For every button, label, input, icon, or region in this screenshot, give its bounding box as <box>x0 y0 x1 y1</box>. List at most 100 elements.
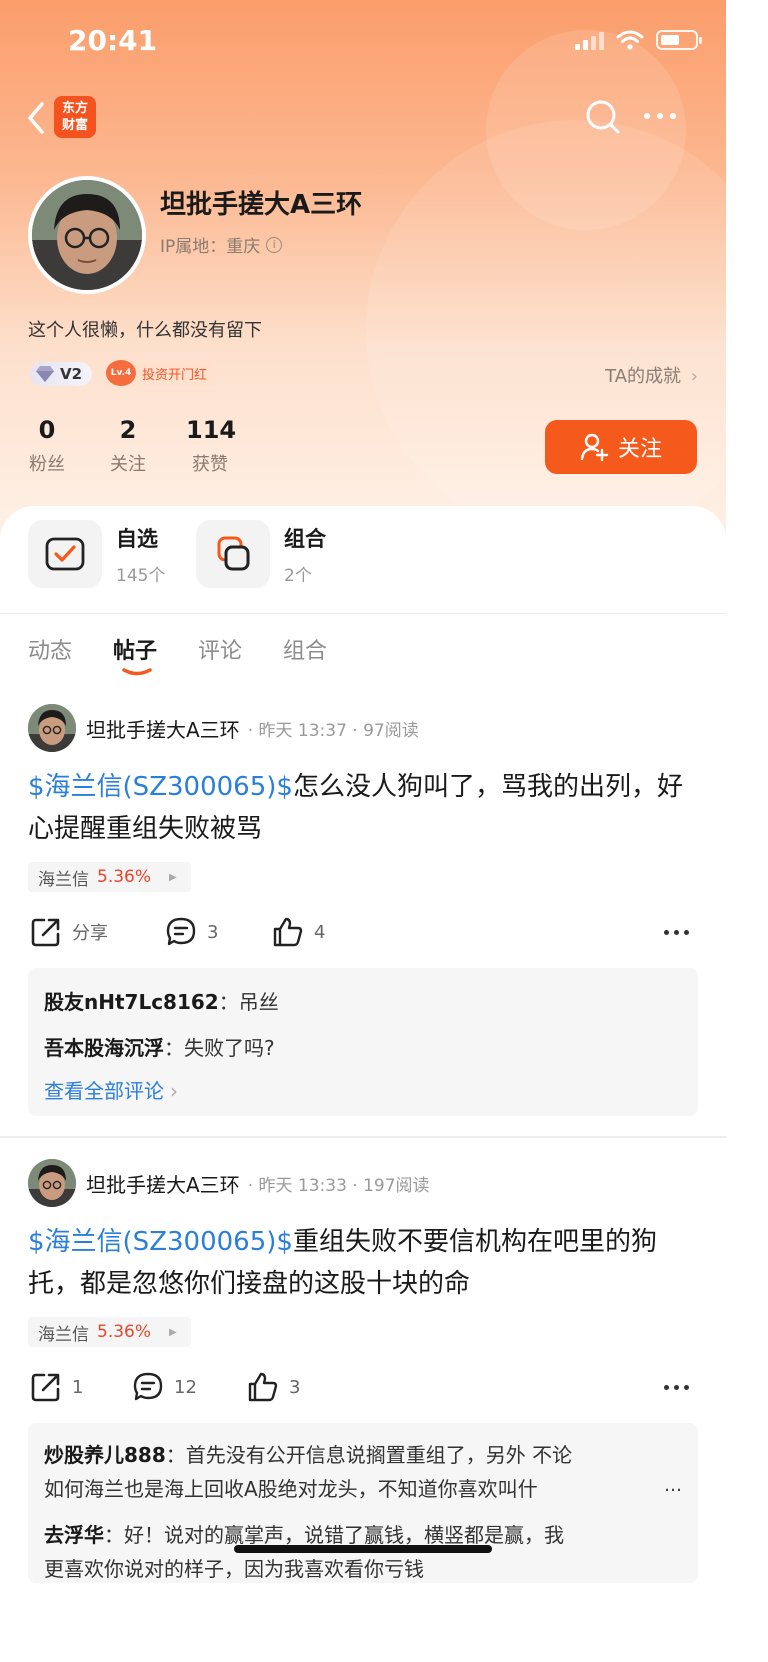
stat-value: 0 <box>38 416 56 444</box>
comment-button[interactable]: 12 <box>132 1371 197 1403</box>
home-indicator[interactable] <box>234 1545 492 1553</box>
follow-button[interactable]: 关注 <box>545 420 697 474</box>
battery-icon <box>656 30 702 50</box>
divider <box>0 613 726 614</box>
like-count: 4 <box>314 921 326 943</box>
comment-author[interactable]: 吾本股海沉浮 <box>44 1036 164 1060</box>
username: 坦批手搓大A三环 <box>160 190 363 220</box>
share-button[interactable]: 分享 <box>30 916 108 948</box>
v2-badge[interactable]: V2 <box>30 362 93 386</box>
comment-item: 去浮华：好！说对的赢掌声，说错了赢钱，横竖都是赢，我 <box>44 1519 564 1548</box>
v2-badge-label: V2 <box>60 365 83 383</box>
comment-author[interactable]: 股友nHt7Lc8162 <box>44 990 219 1014</box>
app-logo: 东方 财富 <box>54 96 96 138</box>
view-all-comments-link[interactable]: 查看全部评论 › <box>44 1075 178 1104</box>
comments-preview[interactable]: 炒股养儿888：首先没有公开信息说搁置重组了，另外 不论 如何海兰也是海上回收A… <box>28 1423 698 1583</box>
thumbs-up-icon <box>273 917 303 947</box>
quick-link-portfolio[interactable]: 组合 2个 <box>196 520 326 588</box>
stock-tag-link[interactable]: $海兰信(SZ300065)$ <box>28 1227 293 1257</box>
share-count: 1 <box>72 1376 84 1398</box>
stat-value: 114 <box>186 416 237 444</box>
add-user-icon <box>580 433 609 462</box>
comment-text: ：首先没有公开信息说搁置重组了，另外 不论 <box>165 1443 573 1467</box>
tab-indicator <box>122 668 152 676</box>
level-badge[interactable]: Lv.4 投资开门红 <box>104 360 218 386</box>
like-count: 3 <box>289 1376 301 1398</box>
post-header: 坦批手搓大A三环 · 昨天 13:33 · 197阅读 <box>86 1169 430 1198</box>
share-label: 分享 <box>72 923 108 944</box>
ellipsis-icon[interactable]: … <box>664 1475 682 1496</box>
stat-following[interactable]: 2 关注 <box>108 416 148 476</box>
post-author[interactable]: 坦批手搓大A三环 <box>86 714 240 743</box>
wifi-icon <box>616 30 644 50</box>
comment-icon <box>166 917 196 946</box>
like-button[interactable]: 3 <box>247 1371 300 1403</box>
stock-change: 5.36% <box>97 1322 152 1342</box>
post-content[interactable]: $海兰信(SZ300065)$怎么没人狗叫了，骂我的出列，好心提醒重组失败被骂 <box>28 766 698 850</box>
comment-item: 股友nHt7Lc8162：吊丝 <box>44 986 279 1015</box>
view-all-label: 查看全部评论 <box>44 1079 164 1103</box>
comment-button[interactable]: 3 <box>165 916 218 948</box>
post-content[interactable]: $海兰信(SZ300065)$重组失败不要信机构在吧里的狗托，都是忽悠你们接盘的… <box>28 1221 698 1305</box>
quick-link-watchlist[interactable]: 自选 145个 <box>28 520 165 588</box>
share-button[interactable]: 1 <box>30 1371 83 1403</box>
watchlist-icon <box>28 520 102 588</box>
stat-label: 获赞 <box>192 454 228 475</box>
comment-count: 3 <box>207 921 219 943</box>
comment-author[interactable]: 炒股养儿888 <box>44 1443 166 1467</box>
avatar[interactable] <box>28 176 146 294</box>
post-author[interactable]: 坦批手搓大A三环 <box>86 1169 240 1198</box>
stat-label: 粉丝 <box>29 454 65 475</box>
thumbs-up-icon <box>248 1372 278 1402</box>
more-icon[interactable] <box>644 104 684 128</box>
stock-chip[interactable]: 海兰信 5.36% ▶ <box>28 862 191 892</box>
chevron-right-icon: › <box>690 366 698 387</box>
chevron-right-icon: › <box>170 1079 178 1103</box>
stock-name: 海兰信 <box>38 1324 89 1345</box>
portfolio-icon <box>196 520 270 588</box>
post-more-icon[interactable] <box>664 1385 689 1390</box>
tab-portfolio[interactable]: 组合 <box>283 633 327 665</box>
status-icons <box>575 30 702 50</box>
quick-link-count: 2个 <box>284 565 312 586</box>
stock-name: 海兰信 <box>38 869 89 890</box>
comment-item: 吾本股海沉浮：失败了吗? <box>44 1032 275 1061</box>
tab-posts[interactable]: 帖子 <box>113 633 157 665</box>
achievement-link[interactable]: TA的成就 › <box>605 362 698 388</box>
share-icon <box>31 1373 60 1402</box>
comments-preview[interactable]: 股友nHt7Lc8162：吊丝 吾本股海沉浮：失败了吗? 查看全部评论 › <box>28 968 698 1116</box>
ip-location: IP属地：重庆 i <box>160 232 283 257</box>
stat-value: 2 <box>119 416 137 444</box>
post-header: 坦批手搓大A三环 · 昨天 13:37 · 97阅读 <box>86 714 419 743</box>
search-icon[interactable] <box>584 98 622 136</box>
divider <box>0 1136 726 1138</box>
tab-comments[interactable]: 评论 <box>198 633 242 665</box>
comment-author[interactable]: 去浮华 <box>44 1523 104 1547</box>
tab-activity[interactable]: 动态 <box>28 633 72 665</box>
stat-likes[interactable]: 114 获赞 <box>186 416 237 476</box>
back-icon[interactable] <box>22 98 52 138</box>
comment-text: ：失败了吗? <box>164 1036 275 1060</box>
post-avatar[interactable] <box>28 704 76 752</box>
stock-tag-link[interactable]: $海兰信(SZ300065)$ <box>28 772 293 802</box>
bio: 这个人很懒，什么都没有留下 <box>28 320 262 341</box>
status-time: 20:41 <box>68 24 158 57</box>
comment-text-line: 如何海兰也是海上回收A股绝对龙头，不知道你喜欢叫什 <box>44 1477 538 1501</box>
ip-location-text: IP属地：重庆 <box>160 237 261 257</box>
stat-fans[interactable]: 0 粉丝 <box>28 416 66 476</box>
post-avatar[interactable] <box>28 1159 76 1207</box>
decorative-bubble <box>366 120 726 540</box>
stat-label: 关注 <box>110 454 146 475</box>
like-button[interactable]: 4 <box>272 916 325 948</box>
triangle-right-icon: ▶ <box>169 871 177 883</box>
info-icon[interactable]: i <box>266 236 283 253</box>
post-meta: · 昨天 13:37 · 97阅读 <box>247 721 419 741</box>
signal-icon <box>575 30 604 50</box>
triangle-right-icon: ▶ <box>169 1326 177 1338</box>
post-more-icon[interactable] <box>664 930 689 935</box>
diamond-icon <box>36 366 54 382</box>
follow-button-label: 关注 <box>617 437 662 462</box>
comment-count: 12 <box>174 1376 197 1398</box>
comment-icon <box>133 1372 163 1401</box>
stock-chip[interactable]: 海兰信 5.36% ▶ <box>28 1317 191 1347</box>
